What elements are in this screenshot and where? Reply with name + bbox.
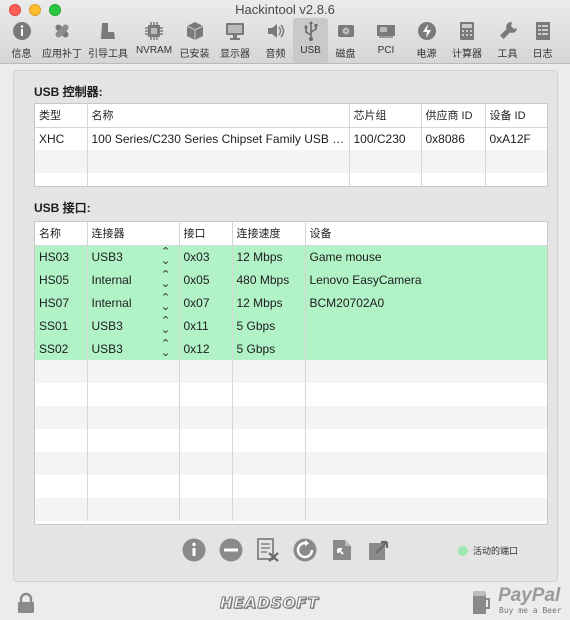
column-header-name[interactable]: 名称 xyxy=(35,222,88,246)
export-icon xyxy=(369,540,389,560)
info-icon xyxy=(182,538,206,562)
toolbar-item-boot[interactable]: 引导工具 xyxy=(85,18,131,63)
connector-select[interactable]: USB3 ⌃ ⌄ xyxy=(87,245,180,268)
column-header-name[interactable]: 名称 xyxy=(87,104,350,128)
remove-port-button[interactable] xyxy=(217,536,245,564)
patch-icon xyxy=(51,20,73,42)
chevron-updown-icon: ⌃ ⌄ xyxy=(160,291,171,313)
toolbar-item-installed[interactable]: 已安装 xyxy=(177,18,212,63)
table-row[interactable]: HS03 USB3 ⌃ ⌄ 0x03 12 Mbps Game mouse xyxy=(35,245,547,268)
column-header-connector[interactable]: 连接器 xyxy=(87,222,180,246)
column-header-chipset[interactable]: 芯片组 xyxy=(349,104,422,128)
toolbar-item-nvram[interactable]: NVRAM xyxy=(131,18,177,63)
refresh-icon xyxy=(293,538,317,562)
clear-list-icon xyxy=(257,538,279,562)
disk-icon xyxy=(335,20,357,42)
usb-ports-title: USB 接口: xyxy=(34,201,91,215)
headsoft-logo[interactable]: HEADSOFT xyxy=(220,594,319,613)
usb-controllers-table[interactable]: 类型 名称 芯片组 供应商 ID 设备 ID XHC 100 Series/C2… xyxy=(34,103,548,187)
column-header-device-id[interactable]: 设备 ID xyxy=(485,104,547,128)
legend-label: 活动的端口 xyxy=(473,546,519,556)
table-row[interactable]: SS02 USB3 ⌃ ⌄ 0x12 5 Gbps xyxy=(35,337,547,360)
toolbar-item-disk[interactable]: 磁盘 xyxy=(328,18,363,63)
chevron-updown-icon: ⌃ ⌄ xyxy=(160,314,171,336)
table-row-empty xyxy=(35,498,547,521)
power-icon xyxy=(416,20,438,42)
port-actions xyxy=(180,536,393,564)
active-port-legend: 活动的端口 xyxy=(458,544,518,557)
wrench-icon xyxy=(497,20,519,42)
info-icon xyxy=(11,20,33,42)
toolbar-item-power[interactable]: 电源 xyxy=(409,18,444,63)
column-header-device[interactable]: 设备 xyxy=(305,222,547,246)
beer-mug-icon xyxy=(473,591,490,614)
paypal-donate-button[interactable]: PayPal Buy me a Beer xyxy=(470,584,565,618)
table-row-empty xyxy=(35,383,547,406)
table-row[interactable]: HS05 Internal ⌃ ⌄ 0x05 480 Mbps Lenovo Eas… xyxy=(35,268,547,291)
toolbar-item-pci[interactable]: PCI xyxy=(363,18,409,63)
table-row[interactable]: SS01 USB3 ⌃ ⌄ 0x11 5 Gbps xyxy=(35,314,547,337)
lock-icon[interactable] xyxy=(15,592,37,614)
minus-icon xyxy=(219,538,243,562)
window-title: Hackintool v2.8.6 xyxy=(235,2,335,17)
toolbar-item-usb[interactable]: USB xyxy=(293,18,328,63)
table-row-empty xyxy=(35,150,547,173)
clear-ports-button[interactable] xyxy=(254,536,282,564)
toolbar-item-audio[interactable]: 音频 xyxy=(258,18,293,63)
paypal-subtitle: Buy me a Beer xyxy=(499,606,562,615)
chevron-updown-icon: ⌃ ⌄ xyxy=(160,245,171,267)
chevron-updown-icon: ⌃ ⌄ xyxy=(160,337,171,359)
table-row-empty xyxy=(35,452,547,475)
boot-icon xyxy=(97,20,119,42)
column-header-type[interactable]: 类型 xyxy=(35,104,88,128)
hackintool-window: Hackintool v2.8.6 信息 应用补丁 引导工具 NVRAM 已安装 xyxy=(0,0,570,620)
chevron-updown-icon: ⌃ ⌄ xyxy=(160,268,171,290)
table-header-row: 名称 连接器 接口 连接速度 设备 xyxy=(35,222,547,246)
table-row-empty xyxy=(35,360,547,383)
table-row-empty xyxy=(35,173,547,186)
title-bar: Hackintool v2.8.6 信息 应用补丁 引导工具 NVRAM 已安装 xyxy=(0,0,570,64)
speaker-icon xyxy=(265,20,287,42)
toolbar: 信息 应用补丁 引导工具 NVRAM 已安装 显示器 音频 USB 磁盘 PCI… xyxy=(4,18,560,63)
chip-icon xyxy=(143,20,165,42)
column-header-port[interactable]: 接口 xyxy=(179,222,233,246)
toolbar-item-patch[interactable]: 应用补丁 xyxy=(39,18,85,63)
table-header-row: 类型 名称 芯片组 供应商 ID 设备 ID xyxy=(35,104,547,128)
legend-swatch xyxy=(458,545,468,556)
table-row[interactable]: HS07 Internal ⌃ ⌄ 0x07 12 Mbps BCM20702A0 xyxy=(35,291,547,314)
export-button[interactable] xyxy=(365,536,393,564)
toolbar-item-display[interactable]: 显示器 xyxy=(212,18,258,63)
import-button[interactable] xyxy=(328,536,356,564)
display-icon xyxy=(224,20,246,42)
toolbar-item-calculator[interactable]: 计算器 xyxy=(444,18,490,63)
log-icon xyxy=(532,20,554,42)
port-info-button[interactable] xyxy=(180,536,208,564)
usb-panel: USB 控制器: 类型 名称 芯片组 供应商 ID 设备 ID XHC 100 … xyxy=(13,70,558,582)
toolbar-item-log[interactable]: 日志 xyxy=(525,18,560,63)
connector-select[interactable]: Internal ⌃ ⌄ xyxy=(87,268,180,291)
table-row-empty xyxy=(35,406,547,429)
usb-ports-table[interactable]: 名称 连接器 接口 连接速度 设备 HS03 USB3 ⌃ ⌄ 0x03 12 Mb… xyxy=(34,221,548,525)
connector-select[interactable]: Internal ⌃ ⌄ xyxy=(87,291,180,314)
package-icon xyxy=(184,20,206,42)
paypal-logo: PayPal xyxy=(498,585,561,606)
column-header-speed[interactable]: 连接速度 xyxy=(232,222,306,246)
usb-icon xyxy=(300,20,322,42)
connector-select[interactable]: USB3 ⌃ ⌄ xyxy=(87,314,180,337)
toolbar-item-info[interactable]: 信息 xyxy=(4,18,39,63)
import-icon xyxy=(333,540,351,560)
table-row-empty xyxy=(35,429,547,452)
refresh-button[interactable] xyxy=(291,536,319,564)
table-row-empty xyxy=(35,475,547,498)
table-row[interactable]: XHC 100 Series/C230 Series Chipset Famil… xyxy=(35,127,547,150)
toolbar-item-tools[interactable]: 工具 xyxy=(490,18,525,63)
usb-controllers-title: USB 控制器: xyxy=(34,85,103,99)
column-header-vendor-id[interactable]: 供应商 ID xyxy=(421,104,486,128)
pci-card-icon xyxy=(375,20,397,42)
calculator-icon xyxy=(456,20,478,42)
connector-select[interactable]: USB3 ⌃ ⌄ xyxy=(87,337,180,360)
